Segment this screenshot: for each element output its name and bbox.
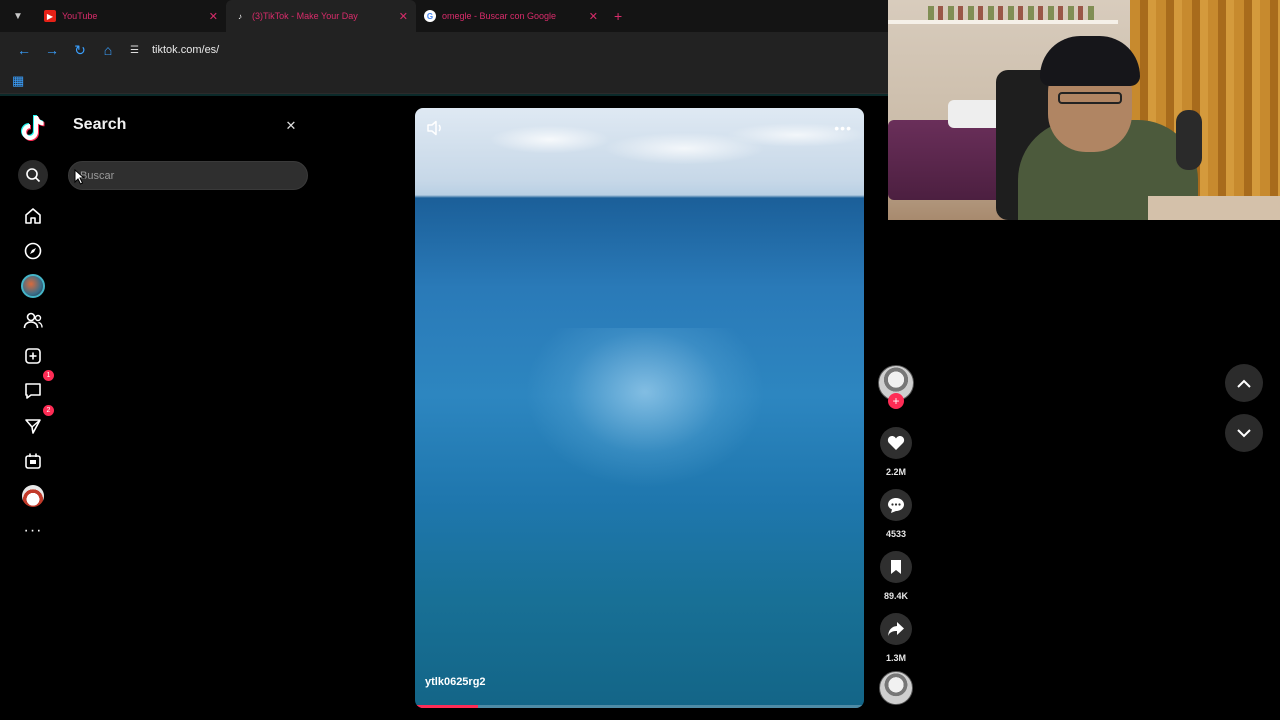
tv-icon — [25, 453, 41, 469]
page-divider — [0, 94, 888, 96]
tab-search-chevron-icon[interactable]: ▼ — [0, 0, 36, 32]
apps-grid-icon[interactable]: ▦ — [12, 73, 24, 89]
new-tab-icon[interactable]: + — [614, 8, 622, 24]
search-panel-title: Search — [73, 116, 127, 133]
youtube-icon: ▶ — [44, 10, 56, 22]
video-author[interactable]: ytlk0625rg2 — [425, 676, 486, 688]
comment-icon — [888, 497, 904, 513]
chat-icon — [25, 383, 41, 399]
video-water-highlight — [525, 328, 765, 488]
tab-close-icon[interactable]: ✕ — [589, 10, 598, 23]
browser-tab-bar: ▼ ▶ YouTube ✕ ♪ (3)TikTok - Make Your Da… — [0, 0, 888, 32]
chevron-down-icon — [1237, 428, 1251, 437]
nav-profile[interactable] — [18, 481, 48, 511]
video-progress-fill — [415, 705, 478, 708]
people-icon — [23, 312, 43, 329]
save-count: 89.4K — [883, 591, 909, 601]
live-avatar-icon — [21, 274, 45, 298]
video-player[interactable]: ••• ytlk0625rg2 — [415, 108, 864, 708]
profile-avatar-icon — [22, 485, 44, 507]
webcam-desk — [1148, 196, 1280, 220]
follow-plus-icon[interactable]: + — [888, 393, 904, 409]
activity-badge: 1 — [43, 370, 54, 381]
next-video-button[interactable] — [1225, 414, 1263, 452]
nav-live-studio[interactable] — [18, 446, 48, 476]
comment-count: 4533 — [885, 529, 907, 539]
volume-icon[interactable] — [425, 118, 445, 138]
send-icon — [25, 419, 41, 434]
close-icon[interactable]: ✕ — [283, 118, 299, 134]
nav-activity[interactable]: 1 — [18, 370, 54, 406]
browser-toolbar: ← → ↻ ⌂ ☰ tiktok.com/es/ — [0, 32, 888, 68]
nav-messages[interactable]: 2 — [18, 405, 54, 441]
nav-explore[interactable] — [18, 236, 48, 266]
previous-video-button[interactable] — [1225, 364, 1263, 402]
nav-following[interactable] — [18, 306, 48, 336]
share-button[interactable] — [880, 613, 912, 645]
video-progress-bar[interactable] — [415, 705, 864, 708]
tab-title: omegle - Buscar con Google — [442, 11, 557, 21]
google-icon: G — [424, 10, 436, 22]
more-icon: ··· — [23, 522, 43, 539]
messages-badge: 2 — [43, 405, 54, 416]
comment-button[interactable] — [880, 489, 912, 521]
reload-icon[interactable]: ↻ — [66, 36, 94, 64]
video-more-icon[interactable]: ••• — [834, 120, 852, 136]
home-icon — [25, 208, 41, 224]
tab-tiktok[interactable]: ♪ (3)TikTok - Make Your Day ✕ — [226, 0, 416, 32]
nav-more[interactable]: ··· — [18, 516, 48, 546]
webcam-overlay — [888, 0, 1280, 220]
nav-home[interactable] — [18, 201, 48, 231]
tab-close-icon[interactable]: ✕ — [209, 10, 218, 23]
tiktok-icon: ♪ — [238, 11, 242, 21]
webcam-glasses — [1058, 92, 1122, 104]
mouse-cursor-icon — [74, 169, 85, 185]
webcam-bed — [888, 120, 1008, 200]
compass-icon — [24, 242, 42, 260]
webcam-shelf — [888, 20, 1118, 24]
address-url: tiktok.com/es/ — [152, 44, 220, 56]
sound-disc-avatar[interactable] — [879, 671, 913, 705]
chevron-up-icon — [1237, 379, 1251, 388]
webcam-microphone — [1176, 110, 1202, 170]
tab-close-icon[interactable]: ✕ — [399, 10, 408, 23]
bookmarks-bar: ▦ — [0, 68, 888, 94]
tab-title: YouTube — [62, 11, 98, 21]
back-icon[interactable]: ← — [10, 36, 38, 64]
nav-live[interactable] — [18, 271, 48, 301]
home-browser-icon[interactable]: ⌂ — [94, 36, 122, 64]
tiktok-logo-icon[interactable] — [20, 114, 46, 142]
address-bar[interactable]: ☰ tiktok.com/es/ — [130, 37, 870, 63]
like-button[interactable] — [880, 427, 912, 459]
webcam-figures — [928, 6, 1098, 20]
nav-upload[interactable] — [18, 341, 48, 371]
bookmark-icon — [891, 560, 901, 574]
nav-search[interactable] — [18, 160, 48, 190]
share-icon — [888, 622, 904, 636]
like-count: 2.2M — [885, 467, 906, 477]
share-count: 1.3M — [885, 653, 906, 663]
tab-youtube[interactable]: ▶ YouTube ✕ — [36, 0, 226, 32]
heart-icon — [887, 436, 905, 450]
search-icon — [26, 168, 41, 183]
save-button[interactable] — [880, 551, 912, 583]
tab-google[interactable]: G omegle - Buscar con Google ✕ — [416, 0, 606, 32]
tab-title: (3)TikTok - Make Your Day — [252, 11, 358, 21]
forward-icon[interactable]: → — [38, 36, 66, 64]
site-info-icon[interactable]: ☰ — [130, 45, 146, 56]
plus-square-icon — [25, 348, 41, 364]
search-input[interactable] — [68, 161, 308, 190]
video-sky — [415, 108, 864, 198]
